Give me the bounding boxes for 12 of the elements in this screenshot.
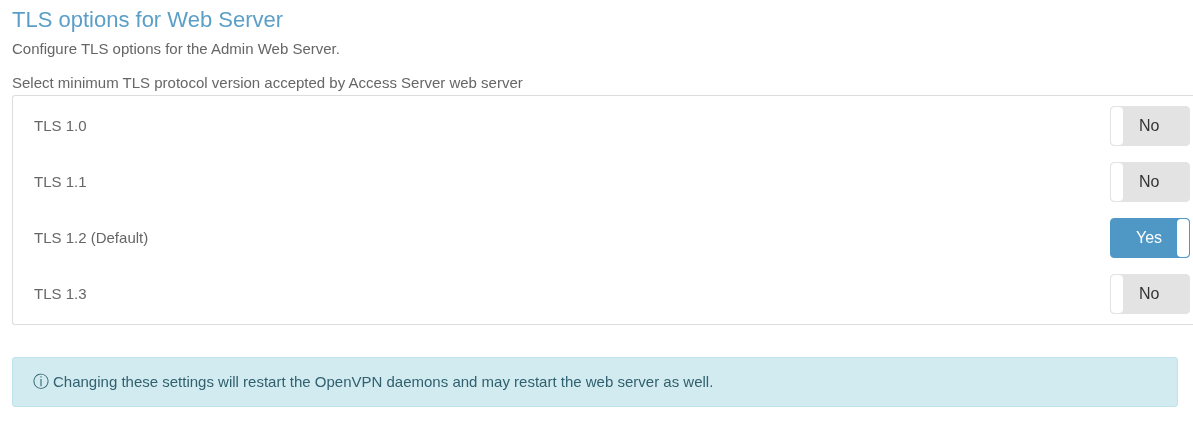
option-label: TLS 1.2 (Default)	[34, 227, 149, 248]
option-label: TLS 1.3	[34, 283, 87, 304]
info-icon: ⓘ	[33, 370, 49, 394]
toggle-switch[interactable]: No	[1110, 162, 1190, 202]
section-label: Select minimum TLS protocol version accepted by Access Server web server	[12, 73, 523, 93]
toggle-switch[interactable]: No	[1110, 274, 1190, 314]
toggle-switch[interactable]: No	[1110, 106, 1190, 146]
option-label: TLS 1.0	[34, 115, 87, 136]
option-label: TLS 1.1	[34, 171, 87, 192]
page-title: TLS options for Web Server	[12, 6, 284, 34]
alert-text: Changing these settings will restart the OpenVPN daemons and may restart the web server as well.	[53, 371, 714, 392]
description: Configure TLS options for the Admin Web Server.	[12, 39, 340, 59]
